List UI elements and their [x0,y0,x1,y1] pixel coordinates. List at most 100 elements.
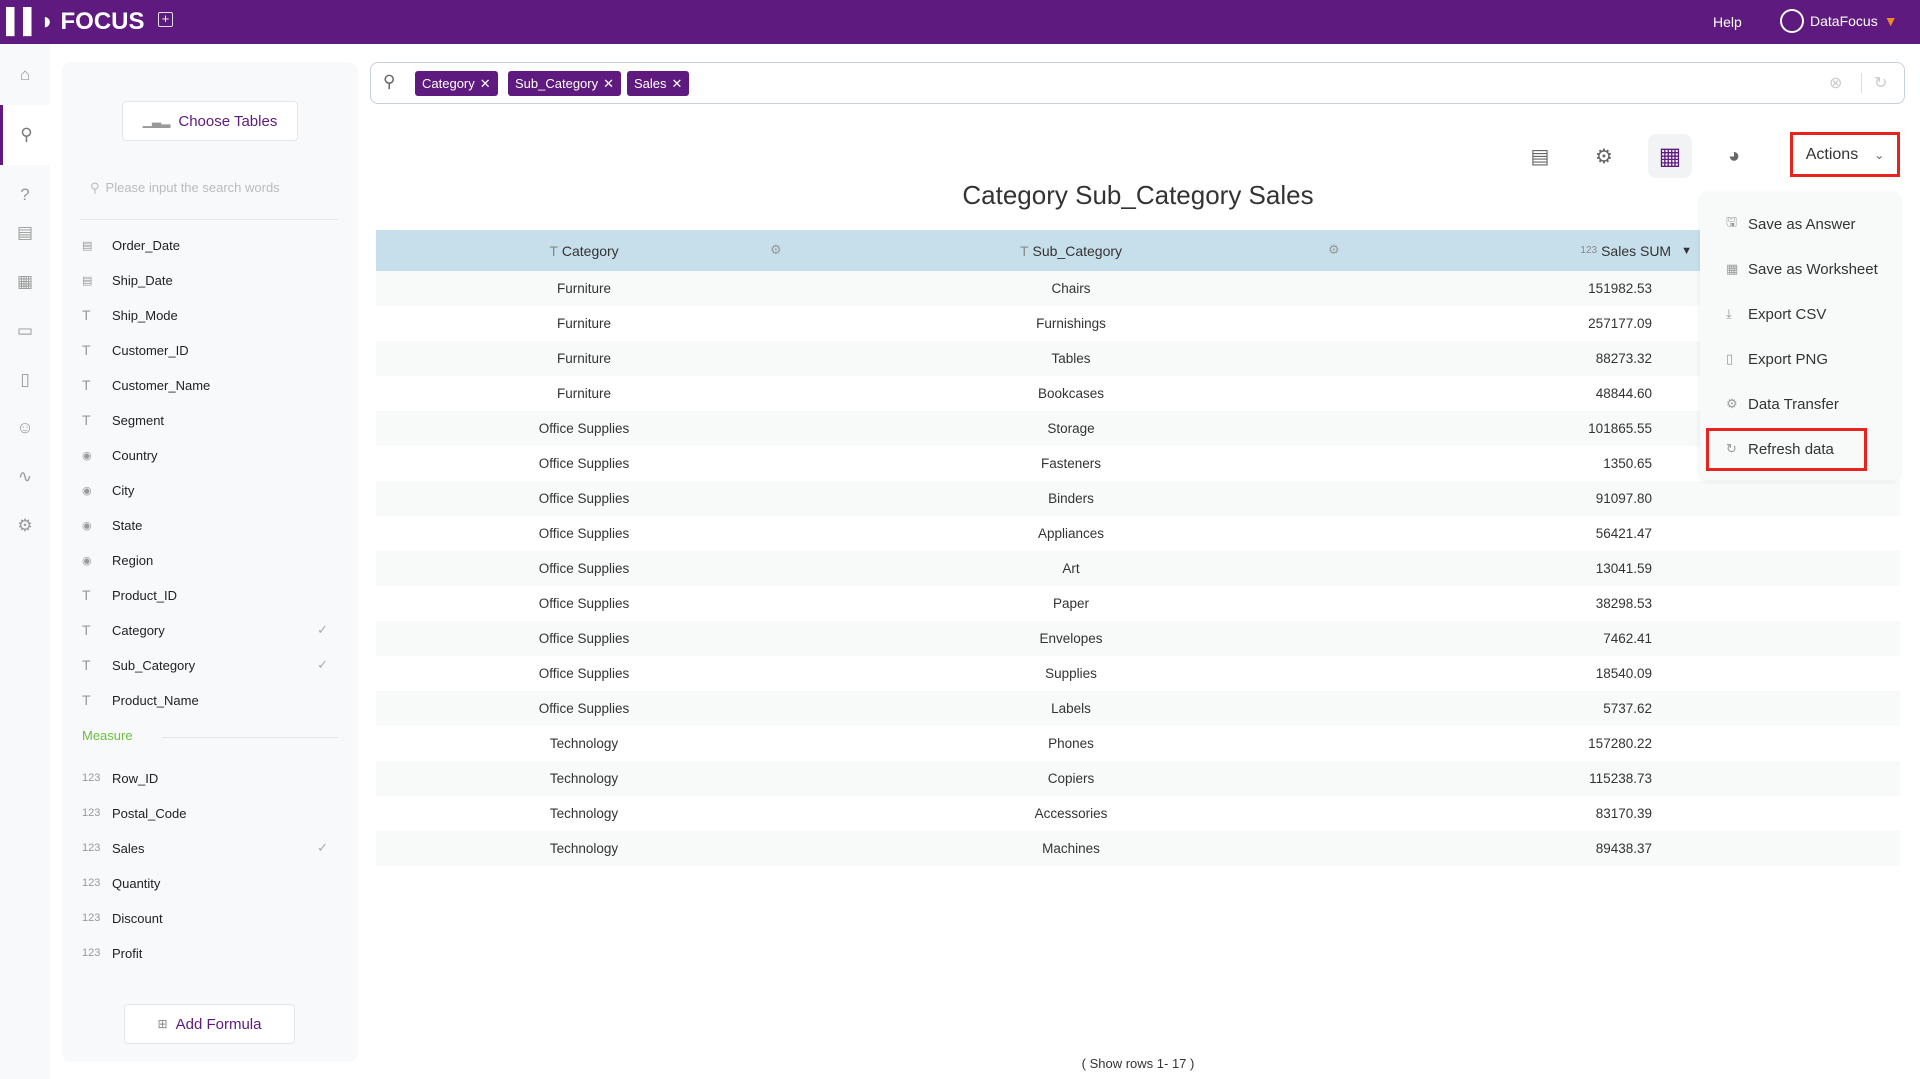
geo-type-icon: ◉ [82,519,92,532]
header-sub-category[interactable]: T Sub_Category [921,230,1221,271]
text-type-icon: T [1019,242,1029,259]
check-icon: ✓ [317,657,328,672]
cell-sales: 115238.73 [1589,771,1652,786]
search-tag[interactable]: Sales ✕ [627,71,690,96]
help-icon[interactable]: ? [0,175,50,215]
menu-item-data-transfer[interactable]: ⚙ Data Transfer [1726,389,1839,419]
menu-item-export-png[interactable]: ▯ Export PNG [1726,344,1828,374]
presentation-icon[interactable]: ▤ [0,213,50,253]
number-type-icon: 123 [82,947,101,959]
header-sales-sum[interactable]: 123 Sales SUM ▼ [1580,230,1692,271]
table-row: Office Supplies Art 13041.59 [376,551,1900,586]
choose-tables-button[interactable]: ▁▃▂ Choose Tables [122,101,298,141]
cell-sub-category: Fasteners [1040,456,1102,471]
cell-sales: 83170.39 [1595,806,1652,821]
field-item[interactable]: T Product_Name [82,685,338,715]
field-item[interactable]: ◉ Region [82,545,338,575]
close-icon[interactable]: ✕ [480,76,491,92]
column-settings-icon[interactable]: ⚙ [1328,242,1340,258]
cell-sub-category: Tables [1051,351,1091,366]
cell-sales: 88273.32 [1595,351,1652,366]
field-item[interactable]: 123 Profit [82,938,338,968]
measure-label: Measure [82,728,133,743]
field-item[interactable]: 123 Quantity [82,868,338,898]
cell-sales: 89438.37 [1595,841,1652,856]
menu-item-export-csv[interactable]: ⤓ Export CSV [1726,299,1826,329]
page-title: Category Sub_Category Sales [962,180,1314,210]
cell-sub-category: Binders [1048,491,1094,506]
actions-button[interactable]: Actions ⌄ [1790,132,1900,177]
field-item[interactable]: 123 Discount [82,903,338,933]
menu-item-save-as-worksheet[interactable]: ▦ Save as Worksheet [1726,254,1878,284]
header-category[interactable]: T Category [434,230,734,271]
field-item[interactable]: ◉ State [82,510,338,540]
cell-category: Office Supplies [538,666,630,681]
field-item[interactable]: T Customer_ID [82,335,338,365]
highlight-box [1706,428,1867,471]
home-icon[interactable]: ⌂ [0,55,50,95]
gear-icon: ⚙ [1726,396,1738,411]
question-view-icon[interactable]: ▤ [1518,134,1562,178]
text-type-icon: T [82,377,91,393]
logo[interactable]: ▌▌◗ FOCUS [6,8,145,36]
table-row: Furniture Tables 88273.32 [376,341,1900,376]
settings-icon[interactable]: ⚙ [1582,134,1626,178]
download-icon: ⤓ [1726,306,1732,321]
search-tag[interactable]: Sub_Category ✕ [508,71,622,96]
refresh-icon[interactable]: ↻ [1874,73,1887,93]
settings-icon[interactable]: ⚙ [0,506,50,546]
cell-sub-category: Machines [1042,841,1100,856]
grid-icon: ▦ [1726,261,1739,276]
cell-category: Technology [549,841,619,856]
sort-desc-icon[interactable]: ▼ [1681,245,1692,257]
field-item[interactable]: 123 Postal_Code [82,798,338,828]
chart-type-icon[interactable]: ◕ [1712,134,1756,178]
text-type-icon: T [82,622,91,638]
search-tag[interactable]: Category ✕ [415,71,498,96]
cell-category: Office Supplies [538,421,630,436]
field-item[interactable]: T Customer_Name [82,370,338,400]
field-search-input[interactable]: ⚲ Please input the search words [90,180,336,200]
check-icon: ✓ [317,840,328,855]
field-item[interactable]: T Sub_Category ✓ [82,650,338,680]
user-menu[interactable]: DataFocus ▼ [1780,9,1898,33]
add-formula-button[interactable]: ⊞ Add Formula [124,1004,295,1044]
number-type-icon: 123 [82,807,101,819]
cell-sales: 151982.53 [1588,281,1652,296]
folder-icon[interactable]: ▭ [0,311,50,351]
field-item[interactable]: T Product_ID [82,580,338,610]
field-item[interactable]: ◉ City [82,475,338,505]
menu-item-save-as-answer[interactable]: 🖫 Save as Answer [1726,209,1856,239]
field-item[interactable]: ▤ Order_Date [82,230,338,260]
close-icon[interactable]: ✕ [672,76,683,92]
column-settings-icon[interactable]: ⚙ [770,242,782,258]
user-icon[interactable]: ☺ [0,408,50,448]
help-link[interactable]: Help [1713,14,1742,30]
cell-sub-category: Phones [1048,736,1094,751]
search-icon[interactable]: ⚲ [0,105,50,165]
table-icon[interactable]: ▦ [0,262,50,302]
close-icon[interactable]: ✕ [603,76,614,92]
search-bar[interactable]: ⚲ Category ✕ Sub_Category ✕ Sales ✕ ⊗ ↻ [370,62,1905,104]
field-item[interactable]: ◉ Country [82,440,338,470]
cell-category: Office Supplies [538,561,630,576]
field-item[interactable]: ▤ Ship_Date [82,265,338,295]
field-item[interactable]: T Segment [82,405,338,435]
field-item[interactable]: T Category ✓ [82,615,338,645]
number-type-icon: 123 [82,912,101,924]
activity-icon[interactable]: ∿ [0,457,50,497]
table-row: Furniture Furnishings 257177.09 [376,306,1900,341]
clipboard-icon[interactable]: ▯ [0,360,50,400]
clear-icon[interactable]: ⊗ [1829,73,1842,93]
cell-category: Furniture [556,351,612,366]
field-item[interactable]: T Ship_Mode [82,300,338,330]
table-header: T Category ⚙ T Sub_Category ⚙ 123 Sales SUM… [376,230,1900,271]
geo-type-icon: ◉ [82,484,92,497]
new-tab-icon[interactable]: + [158,12,173,27]
field-item[interactable]: 123 Sales ✓ [82,833,338,863]
table-view-icon[interactable]: ▦ [1648,134,1692,178]
field-item[interactable]: 123 Row_ID [82,763,338,793]
cell-sales: 1350.65 [1603,456,1652,471]
divider [80,219,338,220]
cell-category: Technology [549,736,619,751]
